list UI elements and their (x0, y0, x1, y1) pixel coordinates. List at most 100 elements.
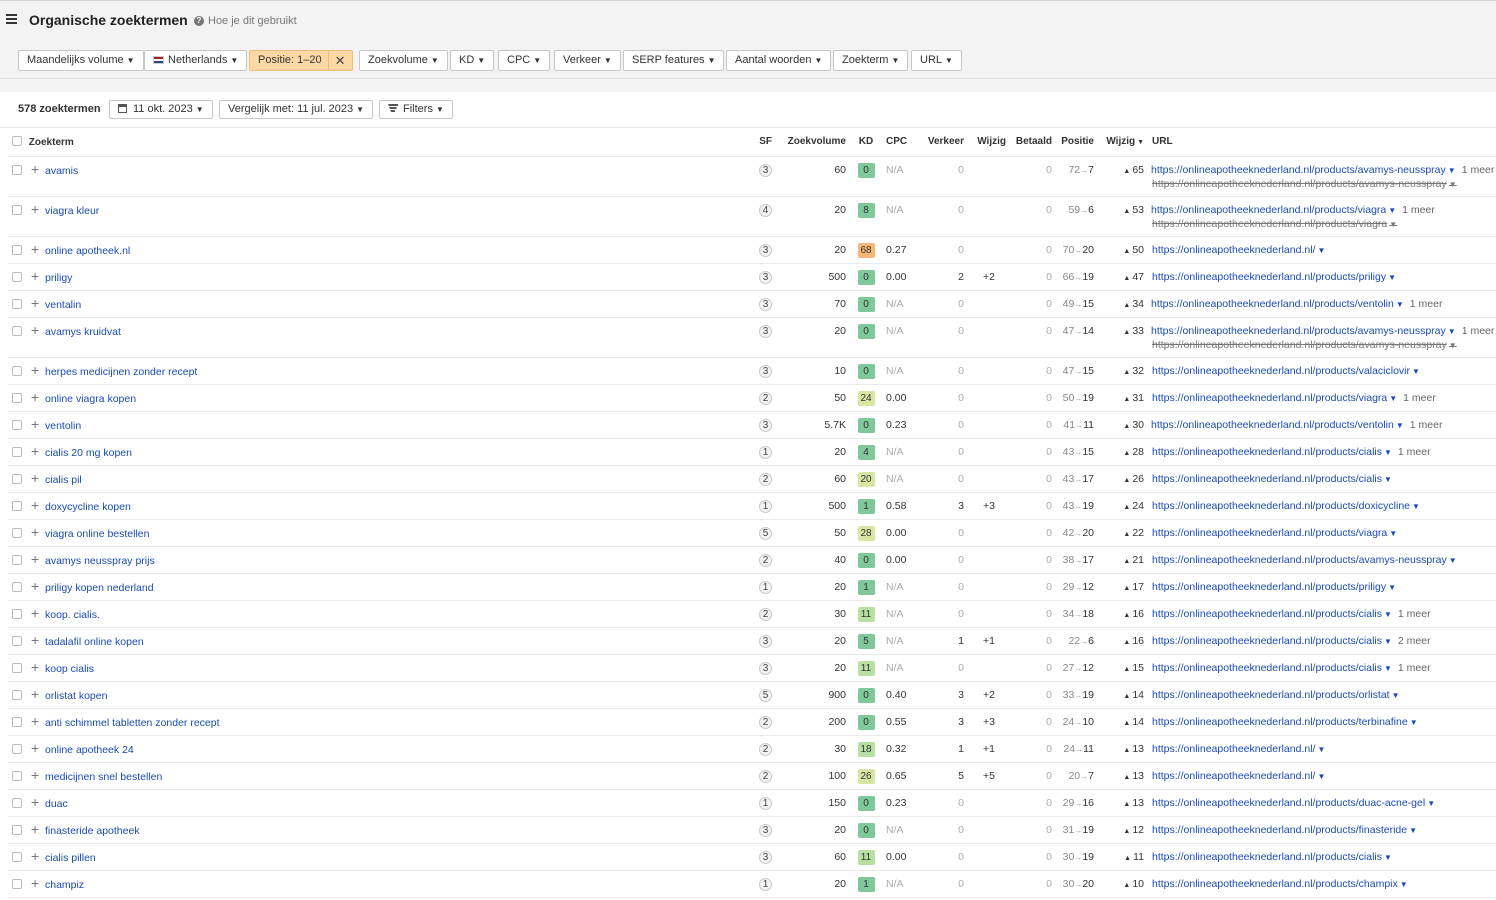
url-link[interactable]: https://onlineapotheeknederland.nl/produ… (1152, 446, 1392, 458)
url-link[interactable]: https://onlineapotheeknederland.nl/produ… (1152, 635, 1392, 647)
plus-icon[interactable]: + (31, 323, 41, 337)
column-header-traffic[interactable]: Verkeer (920, 128, 968, 157)
keyword-link[interactable]: duac (45, 798, 68, 810)
plus-icon[interactable]: + (31, 202, 41, 216)
filter-button-10[interactable]: URL ▼ (911, 50, 962, 71)
url-link[interactable]: https://onlineapotheeknederland.nl/produ… (1152, 824, 1417, 836)
keyword-link[interactable]: online apotheek.nl (45, 245, 130, 257)
serp-features-badge[interactable]: 4 (759, 203, 772, 217)
serp-features-badge[interactable]: 3 (759, 163, 772, 177)
url-link[interactable]: https://onlineapotheeknederland.nl/produ… (1152, 365, 1420, 377)
more-urls-link[interactable]: 1 meer (1462, 325, 1495, 337)
keyword-link[interactable]: avamis (45, 165, 78, 177)
column-header-kd[interactable]: KD (850, 128, 882, 157)
serp-features-badge[interactable]: 3 (759, 364, 772, 378)
keyword-link[interactable]: medicijnen snel bestellen (45, 771, 162, 783)
serp-features-badge[interactable]: 3 (759, 418, 772, 432)
keyword-link[interactable]: ventolin (45, 420, 81, 432)
keyword-link[interactable]: anti schimmel tabletten zonder recept (45, 717, 220, 729)
row-checkbox[interactable] (12, 244, 22, 255)
serp-features-badge[interactable]: 1 (759, 877, 772, 891)
plus-icon[interactable]: + (31, 525, 41, 539)
more-urls-link[interactable]: 1 meer (1402, 204, 1435, 216)
serp-features-badge[interactable]: 5 (759, 526, 772, 540)
plus-icon[interactable]: + (31, 363, 41, 377)
url-link[interactable]: https://onlineapotheeknederland.nl/produ… (1152, 500, 1420, 512)
keyword-link[interactable]: champiz (45, 879, 84, 891)
keyword-link[interactable]: priligy kopen nederland (45, 582, 154, 594)
url-link[interactable]: https://onlineapotheeknederland.nl/produ… (1151, 204, 1396, 216)
url-link[interactable]: https://onlineapotheeknederland.nl/produ… (1152, 527, 1397, 539)
plus-icon[interactable]: + (31, 552, 41, 566)
column-header-cpc[interactable]: CPC (882, 128, 920, 157)
row-checkbox[interactable] (12, 473, 22, 484)
keyword-link[interactable]: ventalin (45, 299, 81, 311)
more-urls-link[interactable]: 1 meer (1403, 392, 1436, 404)
plus-icon[interactable]: + (31, 714, 41, 728)
row-checkbox[interactable] (12, 392, 22, 403)
filter-button-2[interactable]: Positie: 1–20 ✕ (249, 50, 353, 71)
keyword-link[interactable]: viagra kleur (45, 205, 99, 217)
plus-icon[interactable]: + (31, 849, 41, 863)
serp-features-badge[interactable]: 2 (759, 391, 772, 405)
url-link[interactable]: https://onlineapotheeknederland.nl/produ… (1152, 271, 1396, 283)
row-checkbox[interactable] (12, 716, 22, 727)
filter-button-8[interactable]: Aantal woorden ▼ (726, 50, 832, 71)
more-urls-link[interactable]: 1 meer (1398, 662, 1431, 674)
serp-features-badge[interactable]: 5 (759, 688, 772, 702)
column-header-position-change[interactable]: Wijzig ▼ (1098, 128, 1148, 157)
row-checkbox[interactable] (12, 797, 22, 808)
more-urls-link[interactable]: 1 meer (1410, 298, 1443, 310)
url-link[interactable]: https://onlineapotheeknederland.nl/produ… (1152, 797, 1435, 809)
url-link[interactable]: https://onlineapotheeknederland.nl/produ… (1152, 851, 1392, 863)
more-urls-link[interactable]: 1 meer (1398, 446, 1431, 458)
plus-icon[interactable]: + (31, 444, 41, 458)
filter-button-4[interactable]: KD ▼ (450, 50, 495, 71)
url-link[interactable]: https://onlineapotheeknederland.nl/▼ (1152, 244, 1325, 256)
url-link[interactable]: https://onlineapotheeknederland.nl/produ… (1151, 419, 1404, 431)
more-urls-link[interactable]: 1 meer (1410, 419, 1443, 431)
serp-features-badge[interactable]: 2 (759, 472, 772, 486)
row-checkbox[interactable] (12, 554, 22, 565)
url-link[interactable]: https://onlineapotheeknederland.nl/produ… (1152, 716, 1418, 728)
serp-features-badge[interactable]: 3 (759, 823, 772, 837)
serp-features-badge[interactable]: 1 (759, 580, 772, 594)
plus-icon[interactable]: + (31, 795, 41, 809)
column-header-traffic-change[interactable]: Wijzig (968, 128, 1010, 157)
url-link[interactable]: https://onlineapotheeknederland.nl/▼ (1152, 743, 1325, 755)
keyword-link[interactable]: avamys neusspray prijs (45, 555, 155, 567)
filter-button-6[interactable]: Verkeer ▼ (554, 50, 621, 71)
serp-features-badge[interactable]: 3 (759, 850, 772, 864)
filter-button-1[interactable]: Netherlands ▼ (144, 50, 248, 71)
url-link[interactable]: https://onlineapotheeknederland.nl/produ… (1151, 325, 1456, 337)
serp-features-badge[interactable]: 3 (759, 297, 772, 311)
row-checkbox[interactable] (12, 204, 22, 215)
row-checkbox[interactable] (12, 325, 22, 336)
filter-button-5[interactable]: CPC ▼ (498, 50, 551, 71)
row-checkbox[interactable] (12, 824, 22, 835)
more-urls-link[interactable]: 2 meer (1398, 635, 1431, 647)
url-link[interactable]: https://onlineapotheeknederland.nl/produ… (1152, 473, 1392, 485)
row-checkbox[interactable] (12, 743, 22, 754)
date-picker-button[interactable]: 11 okt. 2023 ▼ (109, 100, 213, 119)
row-checkbox[interactable] (12, 164, 22, 175)
url-link[interactable]: https://onlineapotheeknederland.nl/produ… (1151, 164, 1456, 176)
column-header-position[interactable]: Positie (1056, 128, 1098, 157)
serp-features-badge[interactable]: 3 (759, 324, 772, 338)
serp-features-badge[interactable]: 3 (759, 270, 772, 284)
more-urls-link[interactable]: 1 meer (1462, 164, 1495, 176)
keyword-link[interactable]: cialis 20 mg kopen (45, 447, 132, 459)
url-link[interactable]: https://onlineapotheeknederland.nl/▼ (1152, 770, 1325, 782)
serp-features-badge[interactable]: 3 (759, 243, 772, 257)
plus-icon[interactable]: + (31, 296, 41, 310)
url-link[interactable]: https://onlineapotheeknederland.nl/produ… (1152, 554, 1457, 566)
row-checkbox[interactable] (12, 851, 22, 862)
keyword-link[interactable]: cialis pil (45, 474, 82, 486)
column-header-keyword[interactable]: Zoekterm (8, 128, 752, 157)
column-header-url[interactable]: URL (1148, 128, 1496, 157)
keyword-link[interactable]: online viagra kopen (45, 393, 136, 405)
serp-features-badge[interactable]: 2 (759, 715, 772, 729)
plus-icon[interactable]: + (31, 471, 41, 485)
help-link[interactable]: ? Hoe je dit gebruikt (194, 15, 297, 27)
row-checkbox[interactable] (12, 581, 22, 592)
